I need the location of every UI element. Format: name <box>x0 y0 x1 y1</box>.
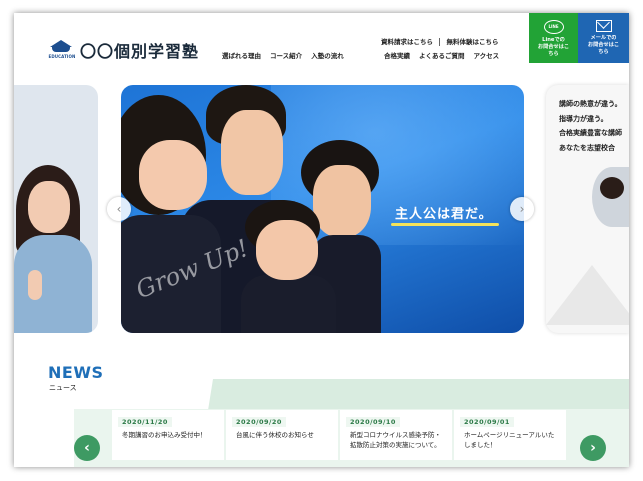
slide-next-text: 講師の熱意が違う。 指導力が違う。 合格実績豊富な講師 あなたを志望校合 <box>559 100 622 152</box>
mail-button-label-3: ちら <box>598 49 609 55</box>
divider <box>439 38 441 46</box>
news-subheading: ニュース <box>49 384 77 392</box>
top-links: 資料請求はこちら 無料体験はこちら <box>381 36 503 46</box>
nav-item-reasons[interactable]: 選ばれる理由 <box>222 50 261 60</box>
page-frame: EDUCATION 〇〇個別学習塾 資料請求はこちら 無料体験はこちら 選ばれる… <box>14 13 629 467</box>
news-date: 2020/09/01 <box>460 417 514 427</box>
line-icon: LINE <box>543 20 564 34</box>
news-date: 2020/09/20 <box>232 417 286 427</box>
nav-item-faq[interactable]: よくあるご質問 <box>419 50 465 60</box>
logo[interactable]: EDUCATION <box>46 40 76 62</box>
chevron-left-icon: ‹ <box>84 440 90 456</box>
news-text: 台風に伴う休校のお知らせ <box>236 431 314 439</box>
news-text: ホームページリニューアルいたしました！ <box>464 431 555 449</box>
news-prev-button[interactable]: ‹ <box>74 435 100 461</box>
line-contact-button[interactable]: LINE Lineでの お問合せはこ ちら <box>529 13 578 63</box>
news-text: 冬期講習のお申込み受付中！ <box>122 431 207 439</box>
envelope-icon <box>595 20 612 32</box>
catchphrase-underline <box>391 223 499 226</box>
logo-text: EDUCATION <box>48 54 76 59</box>
nav-item-enrollment-flow[interactable]: 入塾の流れ <box>311 50 344 60</box>
mail-button-label-2: お問合せはこ <box>587 42 620 48</box>
news-item[interactable]: 2020/09/10 新型コロナウイルス感染予防・拡散防止対策の実施について。 <box>340 410 452 460</box>
document-request-link[interactable]: 資料請求はこちら <box>381 38 433 46</box>
global-nav: 選ばれる理由 コース紹介 入塾の流れ 合格実績 よくあるご質問 アクセス <box>222 50 527 60</box>
news-date: 2020/11/20 <box>118 417 172 427</box>
slider-next-button[interactable]: › <box>510 197 534 221</box>
mail-button-label-1: メールでの <box>590 35 617 41</box>
nav-item-courses[interactable]: コース紹介 <box>270 50 302 60</box>
nav-item-results[interactable]: 合格実績 <box>384 50 410 60</box>
news-item[interactable]: 2020/09/01 ホームページリニューアルいたしました！ <box>454 410 566 460</box>
nav-item-access[interactable]: アクセス <box>474 50 500 60</box>
news-next-button[interactable]: › <box>580 435 606 461</box>
slide-catchphrase: 主人公は君だ。 <box>395 207 493 222</box>
line-button-label-2: お問合せはこ <box>537 44 570 50</box>
news-heading: NEWS <box>48 363 104 382</box>
chevron-right-icon: › <box>519 202 525 216</box>
news-text: 新型コロナウイルス感染予防・拡散防止対策の実施について。 <box>350 431 441 449</box>
news-item[interactable]: 2020/11/20 冬期講習のお申込み受付中！ <box>112 410 224 460</box>
news-item[interactable]: 2020/09/20 台風に伴う休校のお知らせ <box>226 410 338 460</box>
slider-prev-button[interactable]: ‹ <box>107 197 131 221</box>
site-title[interactable]: 〇〇個別学習塾 <box>80 38 199 62</box>
news-date: 2020/09/10 <box>346 417 400 427</box>
chevron-left-icon: ‹ <box>116 202 122 216</box>
graduation-cap-icon <box>50 40 72 47</box>
line-button-label-3: ちら <box>548 51 559 57</box>
mail-contact-button[interactable]: メールでの お問合せはこ ちら <box>578 13 629 63</box>
slide-previous[interactable] <box>14 85 98 333</box>
line-button-label-1: Lineでの <box>542 37 565 43</box>
decorative-triangle <box>546 265 629 325</box>
slide-next[interactable]: 講師の熱意が違う。 指導力が違う。 合格実績豊富な講師 あなたを志望校合 <box>546 85 629 333</box>
free-trial-link[interactable]: 無料体験はこちら <box>447 38 499 46</box>
chevron-right-icon: › <box>590 440 596 456</box>
slide-main[interactable]: Grow Up! 主人公は君だ。 <box>121 85 524 333</box>
